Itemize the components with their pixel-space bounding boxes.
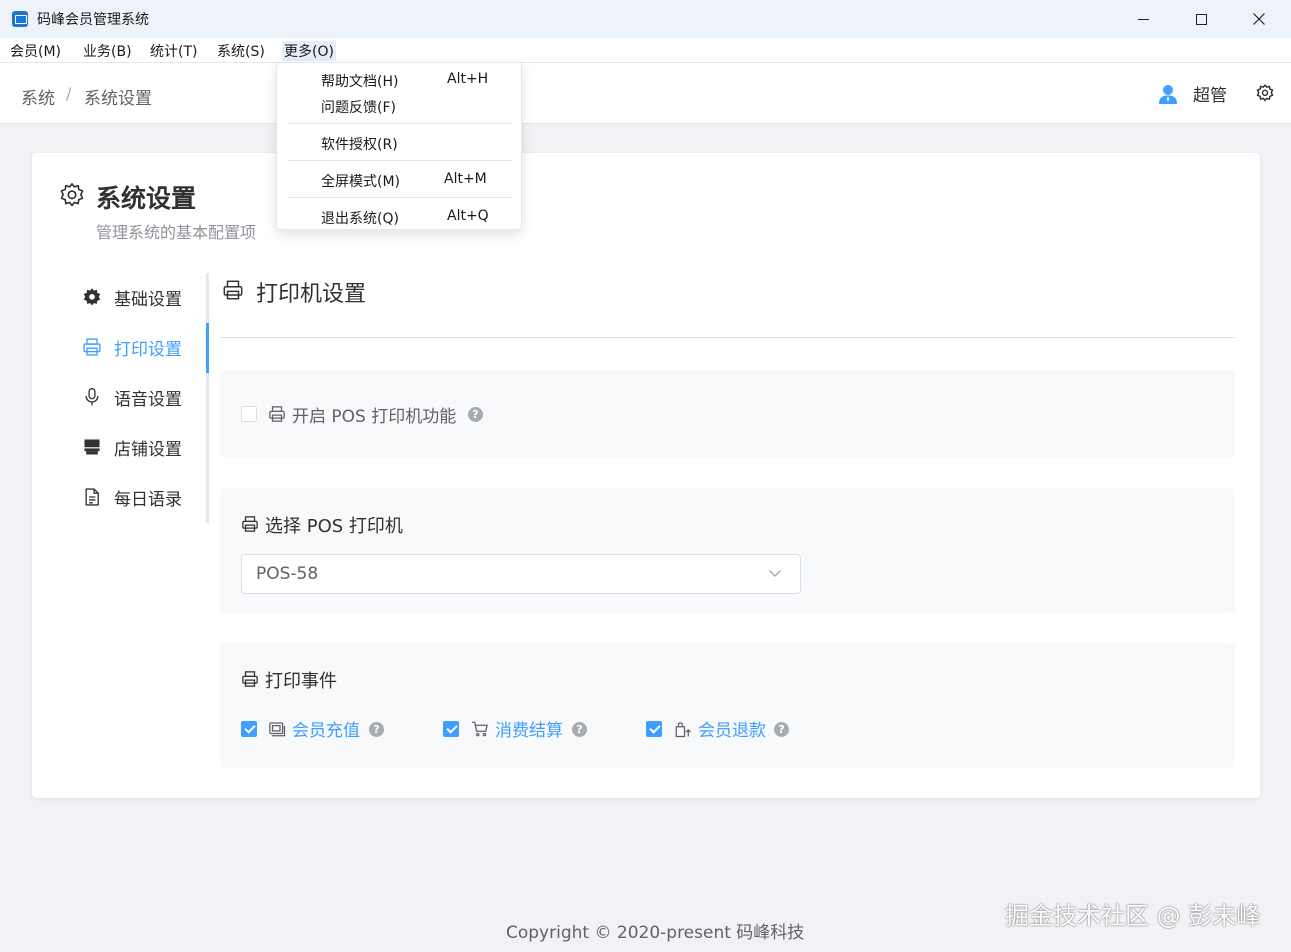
minimize-icon <box>1137 18 1149 20</box>
copyright-footer: Copyright © 2020-present 码峰科技 <box>506 923 805 943</box>
nav-item-label: 打印设置 <box>114 339 182 360</box>
close-button[interactable] <box>1230 0 1288 38</box>
refund-bag-icon <box>675 722 691 738</box>
nav-item-store[interactable]: 店铺设置 <box>82 427 212 467</box>
section-divider <box>220 337 1235 338</box>
nav-item-label: 语音设置 <box>114 389 182 410</box>
maximize-button[interactable] <box>1172 0 1230 38</box>
page-subtitle: 管理系统的基本配置项 <box>96 223 257 242</box>
page-title: 系统设置 <box>96 184 197 213</box>
menu-system[interactable]: 系统(S) <box>215 41 267 61</box>
printer-icon <box>83 338 101 356</box>
menu-item-feedback[interactable]: 问题反馈(F) <box>321 97 396 117</box>
menu-item-exit[interactable]: 退出系统(Q) <box>321 208 399 228</box>
breadcrumb-system[interactable]: 系统 <box>21 84 55 109</box>
user-avatar-icon <box>1159 85 1177 104</box>
nav-item-label: 每日语录 <box>114 489 182 510</box>
menu-more[interactable]: 更多(O) <box>282 41 336 61</box>
menu-separator <box>287 197 512 198</box>
watermark-text: 掘金技术社区 @ 彭未峰 <box>1005 902 1261 930</box>
shortcut-fullscreen: Alt+M <box>444 171 487 187</box>
settings-card: 系统设置 管理系统的基本配置项 基础设置 打印设置 语音设置 店铺设置 每日语录… <box>32 153 1260 798</box>
more-menu-dropdown: 帮助文档(H) Alt+H 问题反馈(F) 软件授权(R) 全屏模式(M) Al… <box>276 62 522 230</box>
close-icon <box>1253 13 1265 25</box>
printer-icon <box>223 280 243 300</box>
app-logo-icon <box>12 11 28 27</box>
pos-enable-panel: 开启 POS 打印机功能 ? <box>220 369 1235 458</box>
menu-bar: 会员(M) 业务(B) 统计(T) 系统(S) 更多(O) <box>0 38 1291 62</box>
event-refund-checkbox[interactable] <box>646 721 662 737</box>
event-recharge-checkbox[interactable] <box>241 721 257 737</box>
menu-separator <box>287 123 512 124</box>
print-events-panel: 打印事件 会员充值 ? 消费结算 ? 会员退款 ? <box>220 643 1235 768</box>
menu-item-license[interactable]: 软件授权(R) <box>321 134 398 154</box>
help-icon[interactable]: ? <box>369 722 384 737</box>
shortcut-exit: Alt+Q <box>447 208 489 224</box>
breadcrumb-current: 系统设置 <box>84 89 152 109</box>
print-events-label: 打印事件 <box>265 671 337 692</box>
nav-rail <box>206 273 209 523</box>
nav-item-quotes[interactable]: 每日语录 <box>82 477 212 517</box>
printer-select[interactable]: POS-58 <box>241 554 801 594</box>
help-icon[interactable]: ? <box>572 722 587 737</box>
nav-item-label: 基础设置 <box>114 289 182 310</box>
menu-separator <box>287 160 512 161</box>
pos-enable-checkbox[interactable] <box>241 406 257 422</box>
shortcut-help: Alt+H <box>447 71 489 87</box>
store-icon <box>84 439 100 455</box>
menu-item-fullscreen[interactable]: 全屏模式(M) <box>321 171 400 191</box>
nav-item-print[interactable]: 打印设置 <box>82 327 212 367</box>
document-icon <box>85 488 99 506</box>
printer-icon <box>269 406 285 422</box>
menu-item-help-docs[interactable]: 帮助文档(H) <box>321 71 398 91</box>
settings-gear-icon[interactable] <box>1255 83 1275 103</box>
window-titlebar: 码峰会员管理系统 <box>0 0 1291 38</box>
event-recharge-label[interactable]: 会员充值 <box>292 716 360 741</box>
section-title: 打印机设置 <box>256 282 367 307</box>
page-header: 系统 / 系统设置 超管 <box>0 62 1291 124</box>
event-refund-label[interactable]: 会员退款 <box>698 716 766 741</box>
event-checkout-checkbox[interactable] <box>443 721 459 737</box>
nav-item-label: 店铺设置 <box>114 439 182 460</box>
menu-member[interactable]: 会员(M) <box>8 41 63 61</box>
menu-statistics[interactable]: 统计(T) <box>148 41 199 61</box>
printer-select-label: 选择 POS 打印机 <box>265 516 403 537</box>
printer-icon <box>242 516 258 532</box>
recharge-icon <box>269 722 286 737</box>
maximize-icon <box>1195 13 1207 25</box>
settings-gear-icon <box>60 183 84 207</box>
printer-select-value: POS-58 <box>256 564 319 584</box>
nav-item-voice[interactable]: 语音设置 <box>82 377 212 417</box>
user-name[interactable]: 超管 <box>1193 81 1227 106</box>
gear-icon <box>83 288 101 306</box>
event-checkout-label[interactable]: 消费结算 <box>495 716 563 741</box>
printer-icon <box>242 671 258 687</box>
nav-active-indicator <box>206 323 209 373</box>
nav-item-basic[interactable]: 基础设置 <box>82 277 212 317</box>
window-title: 码峰会员管理系统 <box>37 12 149 28</box>
printer-select-panel: 选择 POS 打印机 POS-58 <box>220 488 1235 613</box>
chevron-down-icon <box>769 570 781 577</box>
breadcrumb-separator: / <box>66 84 72 103</box>
cart-icon <box>472 721 488 737</box>
minimize-button[interactable] <box>1114 0 1172 38</box>
help-icon[interactable]: ? <box>774 722 789 737</box>
microphone-icon <box>85 388 99 406</box>
help-icon[interactable]: ? <box>468 407 483 422</box>
menu-business[interactable]: 业务(B) <box>81 41 134 61</box>
pos-enable-label[interactable]: 开启 POS 打印机功能 <box>292 402 456 427</box>
